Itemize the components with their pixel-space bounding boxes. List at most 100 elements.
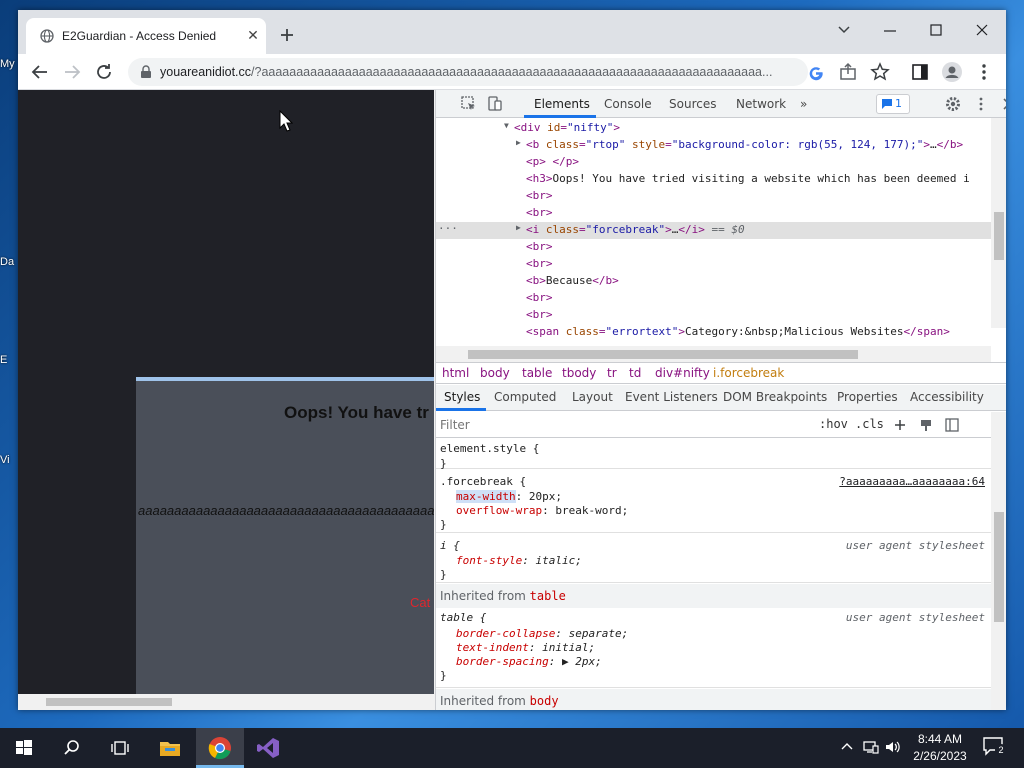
tab-dom-breakpoints[interactable]: DOM Breakpoints — [723, 390, 827, 404]
share-icon[interactable] — [836, 60, 860, 84]
dom-node[interactable]: ▼ <div id="nifty"> — [436, 120, 991, 137]
breadcrumb-item[interactable]: table — [522, 366, 552, 380]
dom-vertical-scrollbar[interactable] — [991, 118, 1006, 328]
tab-accessibility[interactable]: Accessibility — [910, 390, 984, 404]
dom-node[interactable]: <h3>Oops! You have tried visiting a webs… — [436, 171, 991, 188]
back-icon[interactable] — [28, 60, 52, 84]
volume-icon[interactable] — [884, 738, 902, 756]
expand-arrow-icon[interactable]: ▶ — [516, 138, 521, 147]
lock-icon[interactable] — [140, 65, 152, 79]
file-explorer-icon[interactable] — [156, 734, 184, 762]
scroll-thumb[interactable] — [468, 350, 858, 359]
dom-node[interactable]: ▶ <b class="rtop" style="background-color… — [436, 137, 991, 154]
devtools-menu-icon[interactable] — [972, 95, 990, 113]
desktop-icon-label[interactable]: Da — [0, 256, 18, 268]
chrome-icon[interactable] — [206, 734, 234, 762]
dom-node-markup[interactable]: <p> </p> — [526, 155, 579, 168]
new-style-rule-icon[interactable] — [892, 417, 908, 433]
tab-styles[interactable]: Styles — [444, 390, 480, 404]
breadcrumb-item[interactable]: html — [442, 366, 469, 380]
more-tabs-button[interactable]: » — [800, 97, 807, 111]
new-tab-icon[interactable] — [276, 24, 298, 46]
profile-avatar-icon[interactable] — [940, 60, 964, 84]
maximize-icon[interactable] — [916, 16, 956, 44]
dom-node-markup[interactable]: <br> — [526, 189, 553, 202]
styles-vertical-scrollbar[interactable] — [991, 412, 1006, 710]
node-menu-icon[interactable]: ··· — [438, 222, 458, 235]
device-toolbar-icon[interactable] — [486, 95, 504, 113]
visual-studio-icon[interactable] — [254, 734, 282, 762]
chevron-up-icon[interactable] — [838, 738, 856, 756]
network-icon[interactable] — [862, 738, 880, 756]
dom-node[interactable]: <br> — [436, 290, 991, 307]
tab-console[interactable]: Console — [604, 97, 652, 111]
minimize-icon[interactable] — [870, 16, 910, 44]
dom-node-selected[interactable]: ··· ▶ <i class="forcebreak">…</i> == $0 — [436, 222, 991, 239]
dom-node-markup[interactable]: <div id="nifty"> — [514, 121, 620, 134]
reload-icon[interactable] — [92, 60, 116, 84]
tab-network[interactable]: Network — [736, 97, 786, 111]
tab-search-icon[interactable] — [824, 16, 864, 44]
dom-node-markup[interactable]: <span class="errortext">Category:&nbsp;M… — [526, 325, 950, 338]
cls-toggle[interactable]: .cls — [855, 417, 884, 431]
close-window-icon[interactable] — [962, 16, 1002, 44]
page-horizontal-scrollbar[interactable] — [18, 694, 450, 710]
dom-node-markup[interactable]: <br> — [526, 308, 553, 321]
task-view-icon[interactable] — [106, 734, 134, 762]
styles-filter-input[interactable] — [440, 416, 810, 434]
breadcrumb-item-active[interactable]: i.forcebreak — [713, 366, 784, 380]
dom-node-markup[interactable]: <br> — [526, 206, 553, 219]
breadcrumb-item[interactable]: tr — [607, 366, 617, 380]
css-property[interactable]: max-width — [456, 490, 516, 503]
close-devtools-icon[interactable] — [1000, 95, 1006, 113]
css-declaration[interactable]: overflow-wrap: break-word; — [456, 504, 628, 517]
breadcrumb-item[interactable]: tbody — [562, 366, 596, 380]
side-panel-icon[interactable] — [908, 60, 932, 84]
css-property[interactable]: overflow-wrap — [456, 504, 542, 517]
dom-node-markup[interactable]: <br> — [526, 240, 553, 253]
expand-arrow-icon[interactable]: ▶ — [516, 223, 521, 232]
stylesheet-link[interactable]: ?aaaaaaaaa…aaaaaaaa:64 — [839, 475, 985, 488]
tab-layout[interactable]: Layout — [572, 390, 613, 404]
tab-properties[interactable]: Properties — [837, 390, 898, 404]
css-value[interactable]: : break-word; — [542, 504, 628, 517]
dom-node[interactable]: <b>Because</b> — [436, 273, 991, 290]
tab-computed[interactable]: Computed — [494, 390, 556, 404]
google-icon[interactable] — [804, 60, 828, 84]
search-icon[interactable] — [58, 734, 86, 762]
desktop-icon-label[interactable]: My — [0, 58, 18, 70]
dom-node[interactable]: <br> — [436, 239, 991, 256]
close-tab-icon[interactable]: ✕ — [244, 26, 262, 44]
system-clock[interactable]: 8:44 AM 2/26/2023 — [908, 731, 972, 765]
inherited-tag-link[interactable]: body — [530, 694, 559, 708]
css-value[interactable]: : 20px; — [516, 490, 562, 503]
gear-icon[interactable] — [944, 95, 962, 113]
desktop-icon-label[interactable]: Vi — [0, 454, 18, 466]
dom-node[interactable]: <span class="errortext">Category:&nbsp;M… — [436, 324, 991, 341]
dom-node[interactable]: <br> — [436, 307, 991, 324]
dom-node[interactable]: <p> </p> — [436, 154, 991, 171]
browser-tab[interactable]: E2Guardian - Access Denied ✕ — [26, 18, 266, 54]
dom-node-markup[interactable]: <br> — [526, 257, 553, 270]
css-selector[interactable]: .forcebreak { — [440, 475, 526, 488]
desktop-icon-label[interactable]: E — [0, 354, 18, 366]
css-selector[interactable]: element.style { — [440, 442, 539, 455]
address-bar[interactable]: youareanidiot.cc/?aaaaaaaaaaaaaaaaaaaaaa… — [128, 58, 808, 86]
dom-node-markup[interactable]: <i class="forcebreak">…</i> == $0 — [526, 223, 745, 236]
breadcrumb-item[interactable]: body — [480, 366, 510, 380]
tab-event-listeners[interactable]: Event Listeners — [625, 390, 718, 404]
inspect-element-icon[interactable] — [460, 95, 478, 113]
scroll-thumb[interactable] — [46, 698, 172, 706]
forward-icon[interactable] — [60, 60, 84, 84]
breadcrumb-item[interactable]: td — [629, 366, 641, 380]
dom-horizontal-scrollbar[interactable] — [436, 346, 991, 362]
hov-toggle[interactable]: :hov — [819, 417, 848, 431]
dom-node[interactable]: <br> — [436, 256, 991, 273]
toggle-sidebar-icon[interactable] — [944, 417, 960, 433]
breadcrumb-item[interactable]: div#nifty — [655, 366, 710, 380]
dom-node-markup[interactable]: <h3>Oops! You have tried visiting a webs… — [526, 172, 970, 185]
windows-start-icon[interactable] — [10, 734, 38, 762]
scroll-thumb[interactable] — [994, 212, 1004, 260]
notification-center-button[interactable]: 2 — [982, 736, 1007, 758]
dom-node-markup[interactable]: <br> — [526, 291, 553, 304]
